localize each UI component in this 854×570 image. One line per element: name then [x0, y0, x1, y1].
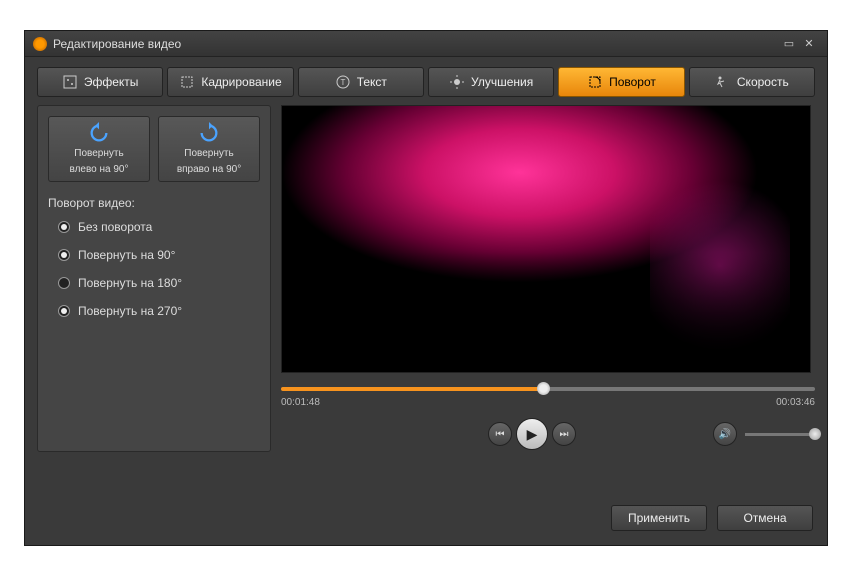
rotate-section-label: Поворот видео:: [48, 196, 260, 210]
next-button[interactable]: ⏭: [552, 422, 576, 446]
radio-no-rotate[interactable]: Без поворота: [58, 220, 260, 234]
titlebar: Редактирование видео ▭ ✕: [25, 31, 827, 57]
total-time: 00:03:46: [776, 397, 815, 408]
tab-label: Эффекты: [84, 75, 139, 89]
radio-icon: [58, 221, 70, 233]
radio-rotate-270[interactable]: Повернуть на 270°: [58, 304, 260, 318]
tab-text[interactable]: T Текст: [298, 67, 424, 97]
radio-icon: [58, 305, 70, 317]
tab-label: Текст: [357, 75, 387, 89]
window-title: Редактирование видео: [53, 37, 779, 51]
text-icon: T: [335, 74, 351, 90]
volume-button[interactable]: 🔊: [713, 422, 737, 446]
timeline: 00:01:48 00:03:46: [281, 387, 815, 408]
rotate-panel: Повернуть влево на 90° Повернуть вправо …: [37, 105, 271, 452]
enhance-icon: [449, 74, 465, 90]
radio-label: Повернуть на 90°: [78, 248, 175, 262]
crop-icon: [179, 74, 195, 90]
rotate-right-line1: Повернуть: [184, 148, 233, 160]
tabs-bar: Эффекты Кадрирование T Текст Улучшения П…: [25, 57, 827, 105]
tab-speed[interactable]: Скорость: [689, 67, 815, 97]
rotate-icon: [587, 74, 603, 90]
radio-label: Повернуть на 270°: [78, 304, 182, 318]
tab-label: Скорость: [737, 75, 789, 89]
rotate-right-button[interactable]: Повернуть вправо на 90°: [158, 116, 260, 182]
effects-icon: [62, 74, 78, 90]
rotate-right-icon: [198, 122, 220, 144]
radio-icon: [58, 277, 70, 289]
tab-enhance[interactable]: Улучшения: [428, 67, 554, 97]
editor-window: Редактирование видео ▭ ✕ Эффекты Кадриро…: [24, 30, 828, 546]
tab-label: Поворот: [609, 75, 656, 89]
seek-thumb[interactable]: [537, 382, 550, 395]
volume-thumb[interactable]: [809, 428, 821, 440]
radio-label: Без поворота: [78, 220, 152, 234]
skip-back-icon: ⏮: [496, 429, 505, 440]
app-icon: [33, 37, 47, 51]
volume-icon: 🔊: [719, 429, 731, 440]
cancel-button[interactable]: Отмена: [717, 505, 813, 531]
tab-rotate[interactable]: Поворот: [558, 67, 684, 97]
seek-track[interactable]: [281, 387, 815, 391]
apply-button[interactable]: Применить: [611, 505, 707, 531]
speed-icon: [715, 74, 731, 90]
preview-panel: 00:01:48 00:03:46 ⏮ ▶ ⏭: [281, 105, 815, 452]
tab-crop[interactable]: Кадрирование: [167, 67, 293, 97]
radio-rotate-90[interactable]: Повернуть на 90°: [58, 248, 260, 262]
skip-forward-icon: ⏭: [560, 429, 569, 440]
rotate-radio-group: Без поворота Повернуть на 90° Повернуть …: [48, 220, 260, 318]
close-button[interactable]: ✕: [799, 37, 819, 50]
rotate-left-line2: влево на 90°: [69, 164, 128, 176]
rotate-left-button[interactable]: Повернуть влево на 90°: [48, 116, 150, 182]
radio-icon: [58, 249, 70, 261]
current-time: 00:01:48: [281, 397, 320, 408]
prev-button[interactable]: ⏮: [488, 422, 512, 446]
dialog-footer: Применить Отмена: [611, 505, 813, 531]
tab-label: Улучшения: [471, 75, 533, 89]
volume-slider[interactable]: [745, 433, 815, 436]
rotate-left-line1: Повернуть: [74, 148, 123, 160]
radio-rotate-180[interactable]: Повернуть на 180°: [58, 276, 260, 290]
video-preview[interactable]: [281, 105, 811, 373]
rotate-right-line2: вправо на 90°: [177, 164, 241, 176]
svg-text:T: T: [340, 78, 345, 87]
minimize-button[interactable]: ▭: [779, 37, 799, 50]
tab-label: Кадрирование: [201, 75, 281, 89]
play-button[interactable]: ▶: [516, 418, 548, 450]
player-controls: ⏮ ▶ ⏭ 🔊: [281, 416, 815, 452]
tab-effects[interactable]: Эффекты: [37, 67, 163, 97]
rotate-left-icon: [88, 122, 110, 144]
radio-label: Повернуть на 180°: [78, 276, 182, 290]
play-icon: ▶: [527, 426, 538, 443]
